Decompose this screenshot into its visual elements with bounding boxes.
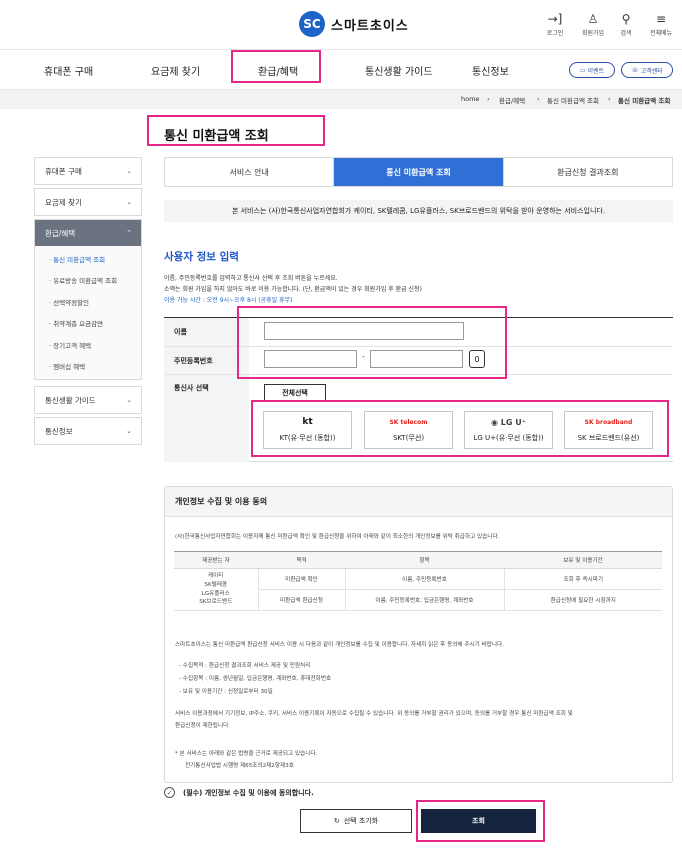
privacy-intro: (사)한국통신사업자연합회는 이용자께 통신 미환급액 확인 및 환급신청을 위… bbox=[175, 534, 500, 540]
main-nav: 휴대폰 구매 요금제 찾기 환급/혜택 통신생활 가이드 통신정보 ▭ 이벤트 … bbox=[0, 50, 682, 90]
service-notice: 본 서비스는 (사)한국통신사업자연합회가 케이티, SK텔레콤, LG유플러스… bbox=[164, 200, 673, 222]
sidebar-item-refund[interactable]: 환급/혜택 ⌃ bbox=[35, 220, 141, 246]
form-guide: 이름, 주민등록번호를 입력하고 통신사 선택 후 조회 버튼을 누르세요. 소… bbox=[164, 275, 422, 304]
tab-refund-result[interactable]: 환급신청 결과조회 bbox=[504, 158, 672, 186]
all-menu-button[interactable]: ≡ 전체메뉴 bbox=[643, 12, 679, 37]
breadcrumb-sep-icon: › bbox=[487, 95, 490, 103]
tab-service-info[interactable]: 서비스 안내 bbox=[165, 158, 335, 186]
event-icon: ▭ bbox=[579, 66, 586, 74]
tab-refund-lookup[interactable]: 통신 미환급액 조회 bbox=[334, 158, 504, 186]
carrier-lgu-button[interactable]: ◉ LG U⁺ LG U+(유·무선 (동합)) bbox=[464, 411, 553, 449]
nav-telecom-info[interactable]: 통신정보 bbox=[472, 63, 509, 78]
breadcrumb-sep-icon: › bbox=[537, 95, 540, 103]
sidebar-sub-refund-lookup[interactable]: · 통신 미환급액 조회 bbox=[49, 250, 141, 271]
page-title: 통신 미환급액 조회 bbox=[164, 129, 269, 144]
sidebar-group-refund: 환급/혜택 ⌃ · 통신 미환급액 조회 · 유료방송 미환급액 조회 · 선택약… bbox=[34, 219, 142, 380]
sidebar-item-phone[interactable]: 휴대폰 구매 ⌄ bbox=[34, 157, 142, 185]
chevron-down-icon: ⌄ bbox=[126, 198, 132, 206]
top-bar: SC 스마트초이스 →] 로그인 ♙ 회원가입 ⚲ 검색 ≡ 전체메뉴 bbox=[0, 0, 682, 50]
carrier-kt-button[interactable]: kt KT(유·무선 (동합)) bbox=[263, 411, 352, 449]
customer-center-button[interactable]: ☏ 고객센터 bbox=[621, 62, 673, 78]
sidebar-item-guide[interactable]: 통신생활 가이드 ⌄ bbox=[34, 386, 142, 414]
privacy-table: 제공받는 자 목적 항목 보유 및 이용기간 케이티 SK텔레콤 LG유플러스 … bbox=[174, 551, 662, 611]
sidebar-sub-membership[interactable]: · 멤버십 혜택 bbox=[49, 357, 141, 378]
hamburger-icon: ≡ bbox=[655, 12, 667, 26]
check-icon: ✓ bbox=[164, 787, 175, 798]
sk-broadband-logo: SK broadband bbox=[584, 419, 633, 426]
logo-text: 스마트초이스 bbox=[331, 18, 409, 34]
privacy-agreement-box[interactable]: 개인정보 수집 및 이용 동의 (사)한국통신사업자연합회는 이용자께 통신 미… bbox=[164, 486, 673, 783]
event-button[interactable]: ▭ 이벤트 bbox=[569, 62, 615, 78]
rrn-back-input[interactable] bbox=[370, 350, 463, 368]
breadcrumb-home[interactable]: home bbox=[461, 95, 479, 103]
sidebar-item-info[interactable]: 통신정보 ⌄ bbox=[34, 417, 142, 445]
nav-telecom-guide[interactable]: 통신생활 가이드 bbox=[365, 63, 433, 78]
consent-label: (필수) 개인정보 수집 및 이용에 동의합니다. bbox=[183, 788, 314, 797]
breadcrumb-refund[interactable]: 환급/혜택 bbox=[499, 95, 525, 105]
chevron-up-icon: ⌃ bbox=[126, 229, 132, 237]
content-tabs: 서비스 안내 통신 미환급액 조회 환급신청 결과조회 bbox=[164, 157, 673, 187]
show-password-icon[interactable]: 0 bbox=[469, 350, 485, 368]
breadcrumb-sep-icon: › bbox=[608, 95, 611, 103]
search-button[interactable]: ⚲ 검색 bbox=[608, 12, 644, 37]
chevron-down-icon: ⌄ bbox=[126, 396, 132, 404]
kt-logo: kt bbox=[302, 417, 313, 427]
sidebar-item-plans[interactable]: 요금제 찾기 ⌄ bbox=[34, 188, 142, 216]
table-row: 케이티 SK텔레콤 LG유플러스 SK브로드밴드 미환급액 확인 이름, 주민등… bbox=[174, 568, 662, 611]
logo-icon: SC bbox=[299, 11, 325, 37]
carrier-skt-button[interactable]: SK telecom SKT(무선) bbox=[364, 411, 453, 449]
user-icon: ♙ bbox=[587, 12, 599, 26]
reset-selection-button[interactable]: ↻ 선택 초기화 bbox=[300, 809, 412, 833]
privacy-title: 개인정보 수집 및 이용 동의 bbox=[165, 487, 672, 517]
sk-telecom-logo: SK telecom bbox=[389, 419, 428, 426]
lg-uplus-logo: ◉ LG U⁺ bbox=[491, 418, 526, 427]
table-providers: 케이티 SK텔레콤 LG유플러스 SK브로드밴드 bbox=[174, 568, 258, 611]
phone-icon: ☏ bbox=[631, 66, 639, 74]
sidebar-sub-selective-discount[interactable]: · 선택약정할인 bbox=[49, 293, 141, 314]
signup-button[interactable]: ♙ 회원가입 bbox=[575, 12, 611, 37]
carrier-skb-button[interactable]: SK broadband SK 브로드밴드(유선) bbox=[564, 411, 653, 449]
nav-plan-finder[interactable]: 요금제 찾기 bbox=[151, 63, 200, 78]
rrn-label: 주민등록번호 bbox=[164, 347, 249, 374]
login-icon: →] bbox=[547, 12, 563, 26]
sidebar-sub-vulnerable-discount[interactable]: · 취약계층 요금감면 bbox=[49, 314, 141, 335]
name-label: 이름 bbox=[164, 318, 249, 346]
section-title: 사용자 정보 입력 bbox=[164, 251, 239, 263]
breadcrumb: home › 환급/혜택 › 통신 미환급액 조회 › 통신 미환급액 조회 bbox=[0, 90, 682, 109]
sidebar-sub-long-term[interactable]: · 장기고객 혜택 bbox=[49, 336, 141, 357]
sidebar-sub-paytv-refund[interactable]: · 유료방송 미환급액 조회 bbox=[49, 271, 141, 292]
consent-checkbox[interactable]: ✓ (필수) 개인정보 수집 및 이용에 동의합니다. bbox=[164, 787, 314, 798]
carrier-label: 통신사 선택 bbox=[164, 375, 249, 462]
chevron-down-icon: ⌄ bbox=[126, 167, 132, 175]
refresh-icon: ↻ bbox=[333, 817, 340, 825]
login-button[interactable]: →] 로그인 bbox=[537, 12, 573, 37]
breadcrumb-current: 통신 미환급액 조회 bbox=[618, 97, 671, 105]
rrn-front-input[interactable] bbox=[264, 350, 357, 368]
breadcrumb-refund-lookup[interactable]: 통신 미환급액 조회 bbox=[547, 95, 599, 105]
name-input[interactable] bbox=[264, 322, 464, 340]
rrn-dash: - bbox=[362, 352, 365, 361]
select-all-button[interactable]: 전체선택 bbox=[264, 384, 326, 402]
nav-phone-purchase[interactable]: 휴대폰 구매 bbox=[44, 63, 93, 78]
site-logo[interactable]: SC 스마트초이스 bbox=[299, 10, 409, 38]
search-icon: ⚲ bbox=[621, 12, 631, 26]
lookup-submit-button[interactable]: 조회 bbox=[421, 809, 536, 833]
chevron-down-icon: ⌄ bbox=[126, 427, 132, 435]
nav-refund-benefits[interactable]: 환급/혜택 bbox=[258, 63, 298, 78]
sidebar-submenu: · 통신 미환급액 조회 · 유료방송 미환급액 조회 · 선택약정할인 · 취… bbox=[35, 246, 141, 384]
